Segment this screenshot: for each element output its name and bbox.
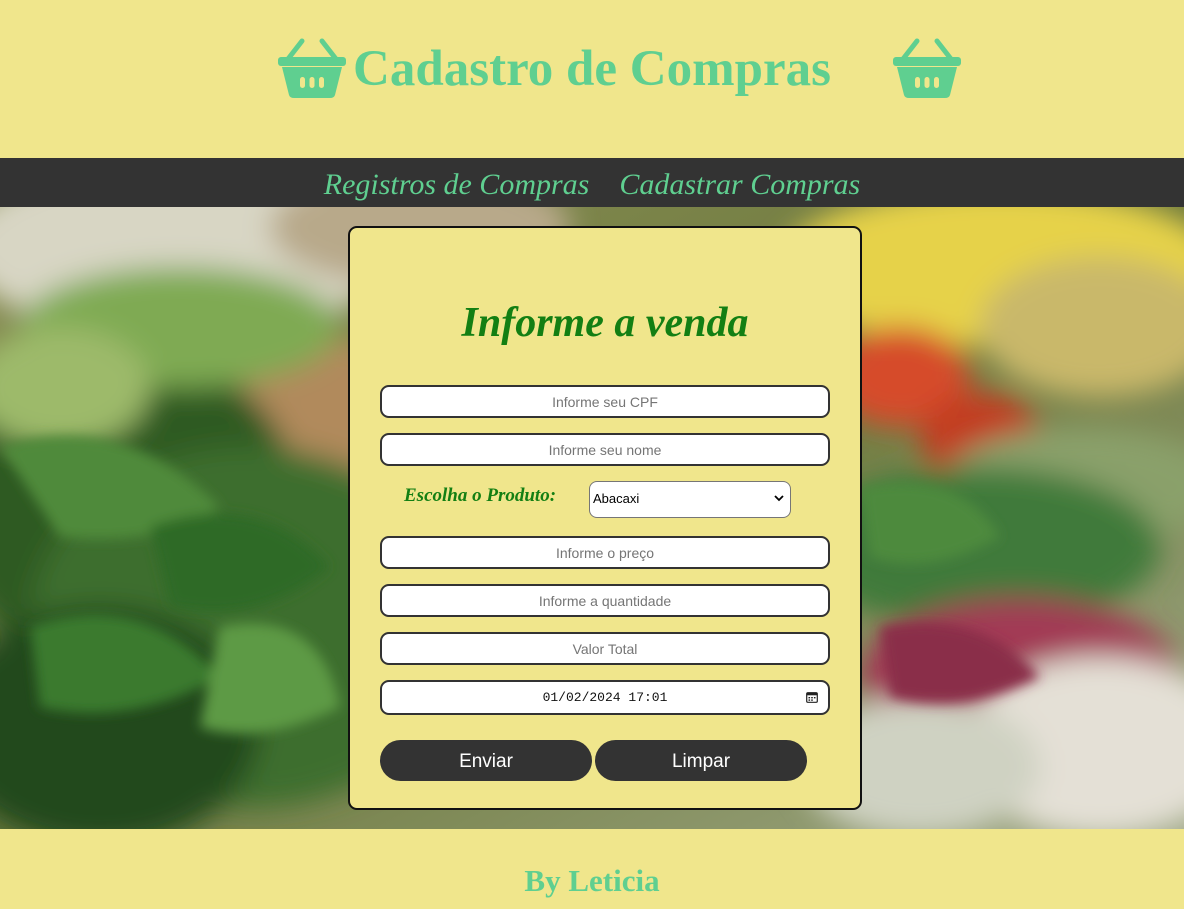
produto-label: Escolha o Produto: [404, 485, 557, 506]
page-header: Cadastro de Compras [0, 0, 1184, 158]
chevron-down-icon [774, 495, 784, 502]
nav-link-cadastrar-compras[interactable]: Cadastrar Compras [619, 158, 860, 212]
main-nav: Registros de Compras Cadastrar Compras [0, 158, 1184, 207]
page-footer: By Leticia [0, 829, 1184, 909]
page-title: Cadastro de Compras [353, 41, 831, 97]
valor-total-input[interactable] [380, 632, 830, 665]
datetime-value: 01/02/2024 17:01 [542, 690, 668, 705]
footer-credit: By Leticia [524, 863, 660, 898]
nav-link-registros-de-compras[interactable]: Registros de Compras [324, 158, 590, 212]
calendar-icon[interactable] [806, 691, 818, 703]
produto-selected-value: Abacaxi [593, 491, 640, 506]
nome-input[interactable] [380, 433, 830, 466]
purchase-form: Informe a venda Escolha o Produto: Abaca… [348, 226, 862, 810]
shopping-basket-icon [893, 38, 961, 98]
cpf-input[interactable] [380, 385, 830, 418]
produto-select[interactable]: Abacaxi [589, 481, 791, 518]
form-title: Informe a venda [461, 300, 749, 346]
quantidade-input[interactable] [380, 584, 830, 617]
enviar-button[interactable]: Enviar [380, 740, 592, 781]
limpar-button[interactable]: Limpar [595, 740, 807, 781]
preco-input[interactable] [380, 536, 830, 569]
datetime-input[interactable]: 01/02/2024 17:01 [380, 680, 830, 715]
